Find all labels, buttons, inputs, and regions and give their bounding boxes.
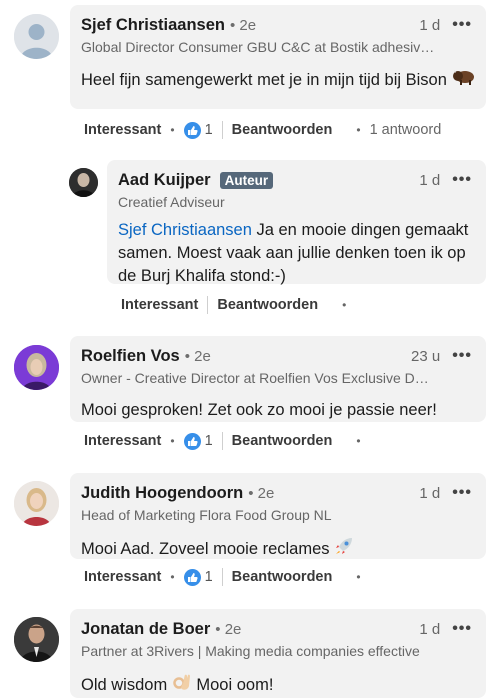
profile-photo-icon bbox=[14, 617, 59, 662]
more-options-icon[interactable]: ••• bbox=[452, 16, 472, 34]
avatar-judith[interactable] bbox=[14, 481, 59, 526]
commenter-name[interactable]: Jonatan de Boer bbox=[81, 620, 210, 639]
bison-emoji bbox=[452, 68, 476, 93]
avatar-sjef[interactable] bbox=[14, 14, 59, 59]
comment-bubble-judith: Judith Hoogendoorn • 2e 1 d ••• Head of … bbox=[70, 473, 486, 559]
profile-photo-icon bbox=[14, 345, 59, 390]
reply-bubble-aad: Aad Kuijper Auteur 1 d ••• Creatief Advi… bbox=[107, 160, 486, 285]
comment-text: Heel fijn samengewerkt met je in mijn ti… bbox=[81, 68, 476, 93]
comment-text: Old wisdom Mooi oom! bbox=[81, 672, 476, 699]
reaction-count[interactable]: 1 bbox=[205, 433, 213, 449]
thumbs-up-icon[interactable] bbox=[183, 432, 201, 450]
comment-text: Mooi Aad. Zoveel mooie reclames bbox=[81, 536, 476, 563]
comment-actions-sjef: Interessant • 1 Beantwoorden • 1 antwoor… bbox=[84, 121, 442, 139]
avatar-roelfien[interactable] bbox=[14, 345, 59, 390]
commenter-headline: Owner - Creative Director at Roelfien Vo… bbox=[81, 370, 429, 386]
commenter-name[interactable]: Roelfien Vos bbox=[81, 347, 180, 366]
comment-actions-aad: Interessant Beantwoorden • bbox=[121, 296, 347, 314]
commenter-headline: Head of Marketing Flora Food Group NL bbox=[81, 507, 332, 523]
default-avatar-icon bbox=[14, 14, 59, 59]
comment-text: Sjef Christiaansen Ja en mooie dingen ge… bbox=[118, 219, 476, 288]
commenter-headline: Creatief Adviseur bbox=[118, 194, 225, 210]
avatar-jonatan[interactable] bbox=[14, 617, 59, 662]
reaction-count[interactable]: 1 bbox=[205, 122, 213, 138]
comment-actions-judith: Interessant • 1 Beantwoorden • bbox=[84, 568, 361, 586]
more-options-icon[interactable]: ••• bbox=[452, 347, 472, 365]
more-options-icon[interactable]: ••• bbox=[452, 484, 472, 502]
like-button[interactable]: Interessant bbox=[84, 433, 161, 449]
more-options-icon[interactable]: ••• bbox=[452, 620, 472, 638]
comment-bubble-roelfien: Roelfien Vos • 2e 23 u ••• Owner - Creat… bbox=[70, 336, 486, 422]
reaction-count[interactable]: 1 bbox=[205, 569, 213, 585]
comment-text: Mooi gesproken! Zet ook zo mooi je passi… bbox=[81, 401, 437, 419]
divider bbox=[221, 568, 223, 586]
profile-photo-icon bbox=[69, 168, 98, 197]
comment-time: 1 d bbox=[419, 16, 441, 34]
thumbs-up-icon[interactable] bbox=[183, 121, 201, 139]
comment-time: 1 d bbox=[419, 484, 441, 502]
thumbs-up-icon[interactable] bbox=[183, 568, 201, 586]
connection-degree: • 2e bbox=[215, 620, 242, 638]
comment-time: 1 d bbox=[419, 620, 441, 638]
comment-bubble-jonatan: Jonatan de Boer • 2e 1 d ••• Partner at … bbox=[70, 609, 486, 698]
divider bbox=[207, 296, 209, 314]
reply-button[interactable]: Beantwoorden bbox=[232, 569, 333, 585]
like-button[interactable]: Interessant bbox=[121, 297, 198, 313]
connection-degree: • 2e bbox=[229, 16, 257, 34]
reply-button[interactable]: Beantwoorden bbox=[232, 122, 333, 138]
comment-text-content: Mooi Aad. Zoveel mooie reclames bbox=[81, 539, 330, 558]
commenter-name[interactable]: Sjef Christiaansen bbox=[81, 16, 225, 35]
like-button[interactable]: Interessant bbox=[84, 122, 161, 138]
connection-degree: • 2e bbox=[248, 484, 275, 502]
ok-hand-emoji bbox=[172, 672, 192, 699]
comment-bubble-sjef: Sjef Christiaansen • 2e 1 d ••• Global D… bbox=[70, 5, 486, 109]
reply-button[interactable]: Beantwoorden bbox=[232, 433, 333, 449]
comment-text-after: Mooi oom! bbox=[196, 675, 274, 694]
profile-photo-icon bbox=[14, 481, 59, 526]
comment-text-content: Heel fijn samengewerkt met je in mijn ti… bbox=[81, 70, 447, 89]
author-badge: Auteur bbox=[219, 171, 274, 189]
mention-link[interactable]: Sjef Christiaansen bbox=[118, 221, 252, 239]
commenter-headline: Global Director Consumer GBU C&C at Bost… bbox=[81, 39, 435, 55]
replies-count-link[interactable]: 1 antwoord bbox=[370, 122, 442, 138]
commenter-headline: Partner at 3Rivers | Making media compan… bbox=[81, 643, 420, 659]
avatar-aad[interactable] bbox=[69, 168, 98, 197]
comment-time: 1 d bbox=[419, 171, 441, 189]
connection-degree: • 2e bbox=[184, 347, 211, 365]
comment-actions-roelfien: Interessant • 1 Beantwoorden • bbox=[84, 432, 361, 450]
more-options-icon[interactable]: ••• bbox=[452, 171, 472, 189]
comment-time: 23 u bbox=[410, 347, 441, 365]
divider bbox=[221, 121, 223, 139]
reply-button[interactable]: Beantwoorden bbox=[217, 297, 318, 313]
divider bbox=[221, 432, 223, 450]
comment-text-before: Old wisdom bbox=[81, 675, 168, 694]
commenter-name[interactable]: Aad Kuijper bbox=[118, 171, 211, 190]
like-button[interactable]: Interessant bbox=[84, 569, 161, 585]
rocket-emoji bbox=[334, 536, 354, 563]
commenter-name[interactable]: Judith Hoogendoorn bbox=[81, 484, 243, 503]
